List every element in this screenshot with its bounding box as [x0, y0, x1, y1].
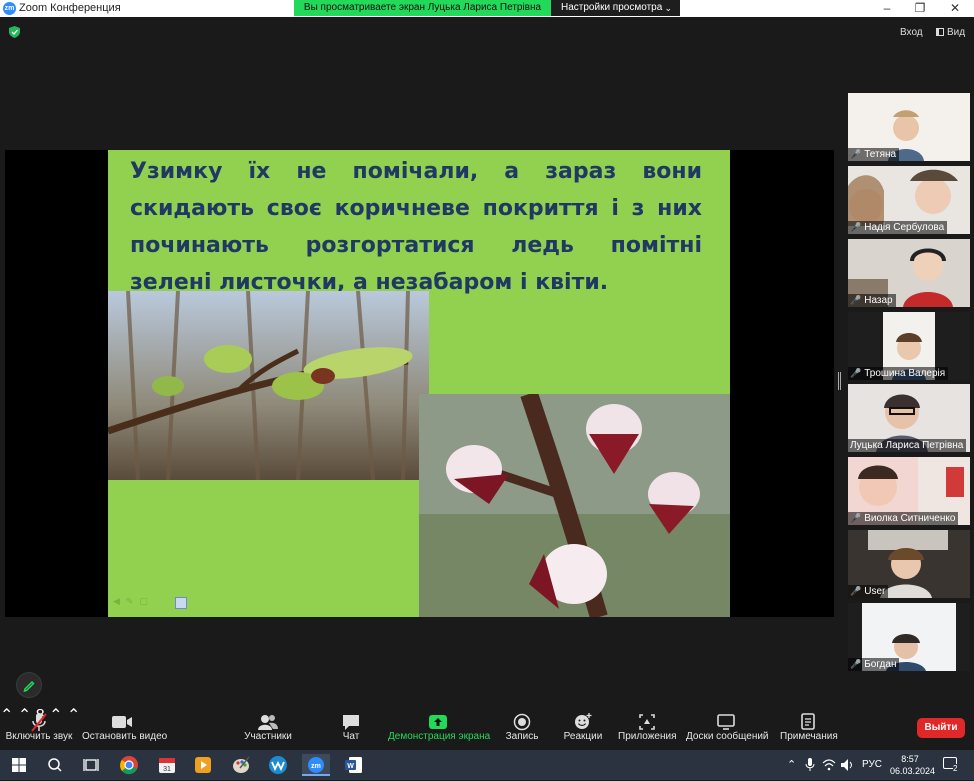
- muted-mic-icon: 🎤: [850, 295, 862, 305]
- slide-text: Узимку їх не помічали, а зараз вони скид…: [130, 159, 702, 295]
- whiteboard-icon: [717, 714, 735, 730]
- view-settings-dropdown[interactable]: Настройки просмотра ⌄: [551, 0, 680, 16]
- word-icon[interactable]: W: [343, 754, 365, 776]
- participant-tile[interactable]: 🎤 Виолка Ситниченко: [848, 457, 970, 525]
- apps-label: Приложения: [618, 731, 677, 742]
- clock-date: 06.03.2024: [890, 766, 936, 776]
- exit-fullscreen-button[interactable]: Вход: [900, 27, 923, 38]
- wifi-icon[interactable]: [822, 758, 836, 772]
- muted-mic-icon: 🎤: [850, 659, 862, 669]
- panel-splitter-handle[interactable]: [838, 372, 841, 390]
- clock[interactable]: 8:57 06.03.2024: [890, 753, 936, 777]
- calendar-app-icon[interactable]: 31: [156, 754, 178, 776]
- whiteboards-button[interactable]: Доски сообщений: [686, 705, 769, 750]
- zoom-taskbar-button[interactable]: zm: [302, 754, 330, 776]
- apps-icon: [639, 714, 655, 730]
- screen-share-banner: Вы просматриваете экран Луцька Лариса Пе…: [294, 0, 551, 16]
- muted-mic-icon: 🎤: [850, 368, 862, 378]
- presentation-slide: Узимку їх не помічали, а зараз вони скид…: [108, 150, 730, 617]
- windows-taskbar: 31 zm W ⌃ РУС 8:57 06.03.2024 2: [0, 750, 974, 780]
- annotate-button[interactable]: [16, 672, 42, 698]
- view-button[interactable]: Вид: [936, 27, 965, 38]
- tree-buds-photo: [108, 291, 429, 480]
- participant-tile[interactable]: 🎤 Тетяна: [848, 93, 970, 161]
- participants-button[interactable]: Участники: [242, 705, 294, 750]
- stop-video-button[interactable]: Остановить видео: [82, 705, 167, 750]
- media-player-icon[interactable]: [192, 754, 214, 776]
- participant-name: Богдан: [864, 659, 897, 670]
- mouse-cursor-icon: [175, 597, 187, 609]
- participant-name: User: [864, 586, 886, 597]
- search-icon[interactable]: [44, 754, 66, 776]
- record-button[interactable]: Запись: [503, 705, 541, 750]
- participant-name: Назар: [864, 295, 893, 306]
- chevron-down-icon: ⌄: [664, 3, 672, 13]
- participant-tile-active-speaker[interactable]: Луцька Лариса Петрівна: [848, 384, 970, 452]
- window-title: Zoom Конференция: [19, 2, 121, 14]
- participant-tile[interactable]: 🎤 Надія Сербулова: [848, 166, 970, 234]
- participant-name: Луцька Лариса Петрівна: [850, 440, 964, 451]
- zoom-app-icon: zm: [3, 2, 16, 15]
- participant-name: Трошина Валерія: [864, 368, 946, 379]
- notes-button[interactable]: Примечания: [780, 705, 838, 750]
- restore-button[interactable]: ❐: [905, 0, 935, 17]
- record-icon: [513, 713, 531, 731]
- encryption-shield-icon[interactable]: [9, 26, 20, 38]
- clock-time: 8:57: [901, 754, 919, 764]
- muted-mic-icon: 🎤: [850, 586, 862, 596]
- close-button[interactable]: ✕: [940, 0, 970, 17]
- notes-label: Примечания: [780, 731, 838, 742]
- record-label: Запись: [505, 731, 539, 742]
- muted-mic-icon: 🎤: [850, 149, 862, 159]
- paint-app-icon[interactable]: [230, 754, 252, 776]
- chat-button[interactable]: Чат: [336, 705, 366, 750]
- tray-expand-icon[interactable]: ⌃: [787, 758, 796, 771]
- apps-button[interactable]: Приложения: [618, 705, 677, 750]
- whiteboards-label: Доски сообщений: [686, 731, 769, 742]
- chat-bubble-icon: [343, 715, 359, 730]
- participant-tile[interactable]: 🎤 User: [848, 530, 970, 598]
- leave-meeting-button[interactable]: Выйти: [917, 718, 965, 738]
- zoom-icon: zm: [308, 757, 324, 773]
- svg-text:zm: zm: [311, 763, 321, 770]
- webex-icon[interactable]: [267, 754, 289, 776]
- reactions-label: Реакции: [563, 731, 603, 742]
- svg-text:31: 31: [163, 766, 171, 773]
- microphone-muted-icon: [31, 713, 47, 732]
- participant-name: Надія Сербулова: [864, 222, 945, 233]
- notes-icon: [801, 713, 815, 730]
- muted-mic-icon: 🎤: [850, 222, 862, 232]
- video-camera-icon: [112, 716, 132, 728]
- share-screen-icon: [429, 715, 447, 729]
- notifications-count: 2: [953, 764, 958, 773]
- view-settings-label: Настройки просмотра: [561, 2, 663, 13]
- share-screen-button[interactable]: Демонстрация экрана: [388, 705, 491, 750]
- participant-name: Тетяна: [864, 149, 897, 160]
- participant-tile[interactable]: 🎤 Богдан: [848, 603, 970, 671]
- share-screen-label: Демонстрация экрана: [388, 731, 491, 742]
- pencil-icon: [23, 680, 35, 693]
- unmute-button[interactable]: Включить звук: [5, 705, 73, 750]
- participant-name: Виолка Ситниченко: [864, 513, 956, 524]
- apricot-blossom-photo: [419, 394, 730, 617]
- minimize-button[interactable]: –: [872, 0, 902, 17]
- grid-view-icon: [936, 28, 944, 36]
- chrome-icon[interactable]: [118, 754, 140, 776]
- svg-text:W: W: [347, 763, 354, 770]
- slide-nav-controls[interactable]: ◀✎▢: [113, 596, 154, 607]
- muted-mic-icon: 🎤: [850, 513, 862, 523]
- microphone-tray-icon[interactable]: [805, 758, 815, 772]
- task-view-icon[interactable]: [80, 754, 102, 776]
- participants-icon: [258, 715, 278, 730]
- participant-tile[interactable]: 🎤 Назар: [848, 239, 970, 307]
- view-label: Вид: [947, 27, 966, 38]
- windows-start-icon[interactable]: [8, 754, 30, 776]
- reactions-button[interactable]: Реакции: [562, 705, 604, 750]
- meeting-toolbar: Включить звук ⌃ Остановить видео ⌃ Участ…: [0, 705, 974, 750]
- volume-icon[interactable]: [840, 758, 854, 772]
- participant-tile[interactable]: 🎤 Трошина Валерія: [848, 312, 970, 380]
- keyboard-language[interactable]: РУС: [862, 759, 882, 770]
- smiley-icon: [575, 713, 592, 729]
